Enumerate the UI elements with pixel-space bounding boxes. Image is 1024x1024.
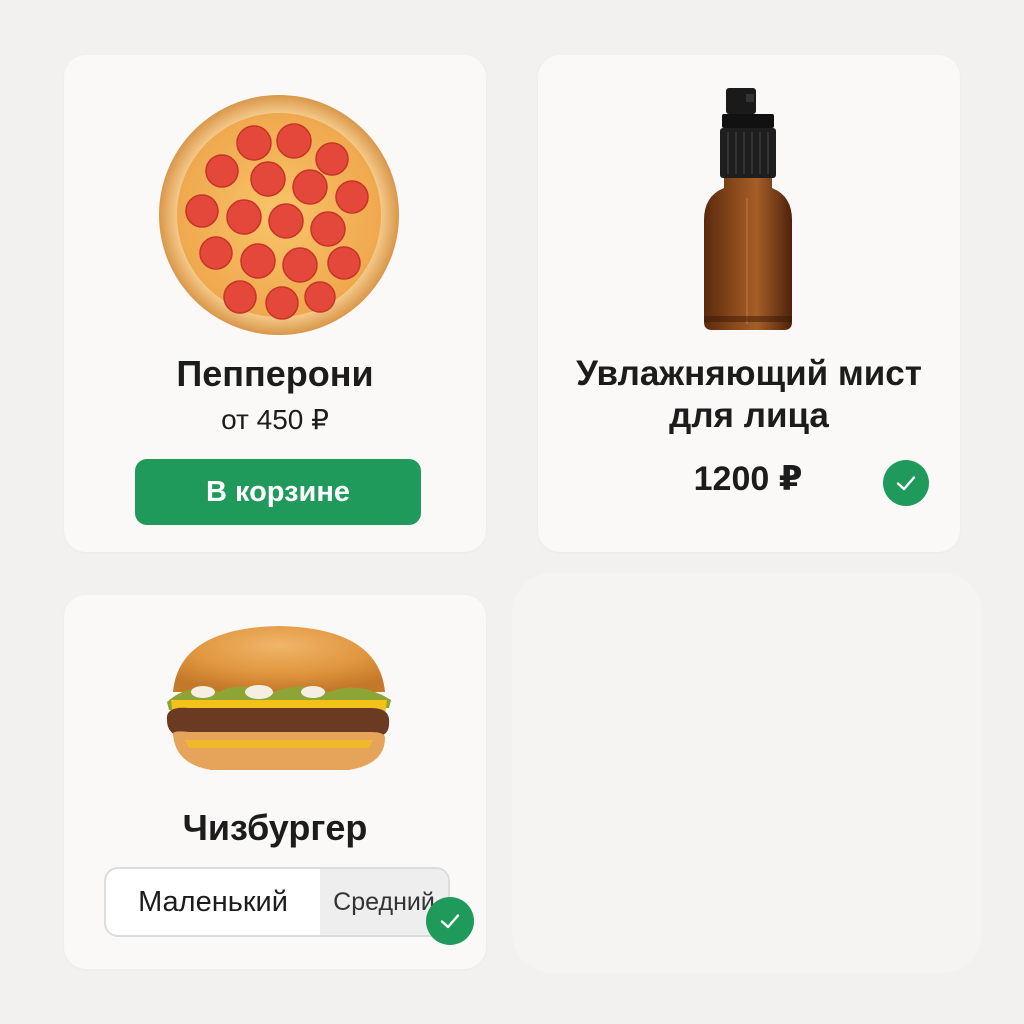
product-card-mist[interactable]: Увлажняющий мист для лица 1200 ₽ [538, 55, 960, 552]
product-card-pizza[interactable]: Пепперони от 450 ₽ В корзине [64, 55, 486, 552]
product-title-line-2: для лица [669, 396, 829, 435]
pepperoni-pizza-image [154, 95, 404, 335]
size-option-small[interactable]: Маленький [106, 869, 320, 935]
check-icon [426, 897, 474, 945]
product-price: 1200 ₽ [693, 460, 803, 498]
product-grid: Пепперони от 450 ₽ В корзине Увлажняющий… [0, 0, 1024, 1024]
product-card-burger[interactable]: Чизбургер Маленький Средний [64, 595, 486, 969]
check-icon [883, 460, 929, 506]
cheeseburger-image [159, 620, 399, 790]
product-price: от 450 ₽ [221, 404, 329, 435]
product-title: Чизбургер [182, 807, 368, 848]
product-title: Пепперони [176, 353, 374, 394]
in-cart-button[interactable]: В корзине [135, 459, 421, 525]
product-title: Увлажняющий мист для лица [538, 353, 960, 437]
empty-card-placeholder [512, 573, 982, 973]
size-selector[interactable]: Маленький Средний [104, 867, 450, 937]
product-title-line-1: Увлажняющий мист [576, 354, 922, 393]
spray-bottle-image [688, 80, 808, 335]
